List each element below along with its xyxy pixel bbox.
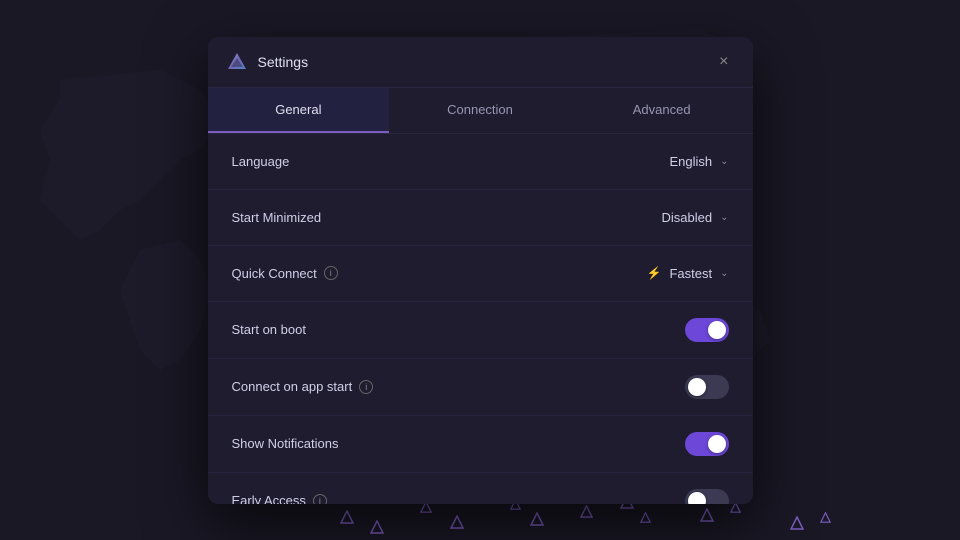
toggle-start-on-boot[interactable] (685, 318, 729, 342)
setting-label-text-quick-connect: Quick Connect (232, 266, 317, 281)
title-bar: Settings × (208, 37, 753, 88)
toggle-show-notifications[interactable] (685, 432, 729, 456)
dropdown-icon-quick-connect: ⚡ (647, 266, 662, 280)
setting-label-start-minimized: Start Minimized (232, 210, 322, 225)
setting-label-early-access: Early Access i (232, 493, 327, 504)
tabs-container: GeneralConnectionAdvanced (208, 88, 753, 134)
setting-row-connect-on-app-start: Connect on app start i (208, 359, 753, 416)
title-left: Settings (226, 51, 309, 73)
setting-label-text-connect-on-app-start: Connect on app start (232, 379, 353, 394)
tab-connection[interactable]: Connection (389, 88, 571, 133)
chevron-icon-language: ⌄ (720, 156, 728, 167)
chevron-icon-start-minimized: ⌄ (720, 212, 728, 223)
tab-advanced[interactable]: Advanced (571, 88, 753, 133)
window-title: Settings (258, 54, 309, 70)
setting-label-text-start-minimized: Start Minimized (232, 210, 322, 225)
dropdown-value-start-minimized: Disabled (662, 210, 713, 225)
info-icon-quick-connect[interactable]: i (324, 266, 338, 280)
dropdown-value-language: English (669, 154, 712, 169)
dropdown-quick-connect[interactable]: ⚡ Fastest ⌄ (589, 266, 729, 281)
info-icon-early-access[interactable]: i (313, 494, 327, 504)
setting-label-show-notifications: Show Notifications (232, 436, 339, 451)
setting-label-connect-on-app-start: Connect on app start i (232, 379, 374, 394)
toggle-early-access[interactable] (685, 489, 729, 504)
settings-window: Settings × GeneralConnectionAdvanced Lan… (208, 37, 753, 504)
info-icon-connect-on-app-start[interactable]: i (359, 380, 373, 394)
setting-label-text-start-on-boot: Start on boot (232, 322, 306, 337)
dropdown-language[interactable]: English ⌄ (589, 154, 729, 169)
dropdown-value-quick-connect: Fastest (669, 266, 712, 281)
setting-row-quick-connect: Quick Connect i ⚡ Fastest ⌄ (208, 246, 753, 302)
setting-label-text-show-notifications: Show Notifications (232, 436, 339, 451)
setting-label-text-early-access: Early Access (232, 493, 306, 504)
setting-label-text-language: Language (232, 154, 290, 169)
setting-label-language: Language (232, 154, 290, 169)
setting-row-show-notifications: Show Notifications (208, 416, 753, 473)
chevron-icon-quick-connect: ⌄ (720, 268, 728, 279)
setting-row-language: Language English ⌄ (208, 134, 753, 190)
close-button[interactable]: × (713, 52, 734, 72)
modal-overlay: Settings × GeneralConnectionAdvanced Lan… (0, 0, 960, 540)
setting-label-quick-connect: Quick Connect i (232, 266, 338, 281)
setting-label-start-on-boot: Start on boot (232, 322, 306, 337)
settings-content: Language English ⌄ Start Minimized Disabled ⌄… (208, 134, 753, 504)
setting-row-early-access: Early Access i (208, 473, 753, 504)
dropdown-start-minimized[interactable]: Disabled ⌄ (589, 210, 729, 225)
setting-row-start-on-boot: Start on boot (208, 302, 753, 359)
setting-row-start-minimized: Start Minimized Disabled ⌄ (208, 190, 753, 246)
toggle-connect-on-app-start[interactable] (685, 375, 729, 399)
app-logo (226, 51, 248, 73)
tab-general[interactable]: General (208, 88, 390, 133)
